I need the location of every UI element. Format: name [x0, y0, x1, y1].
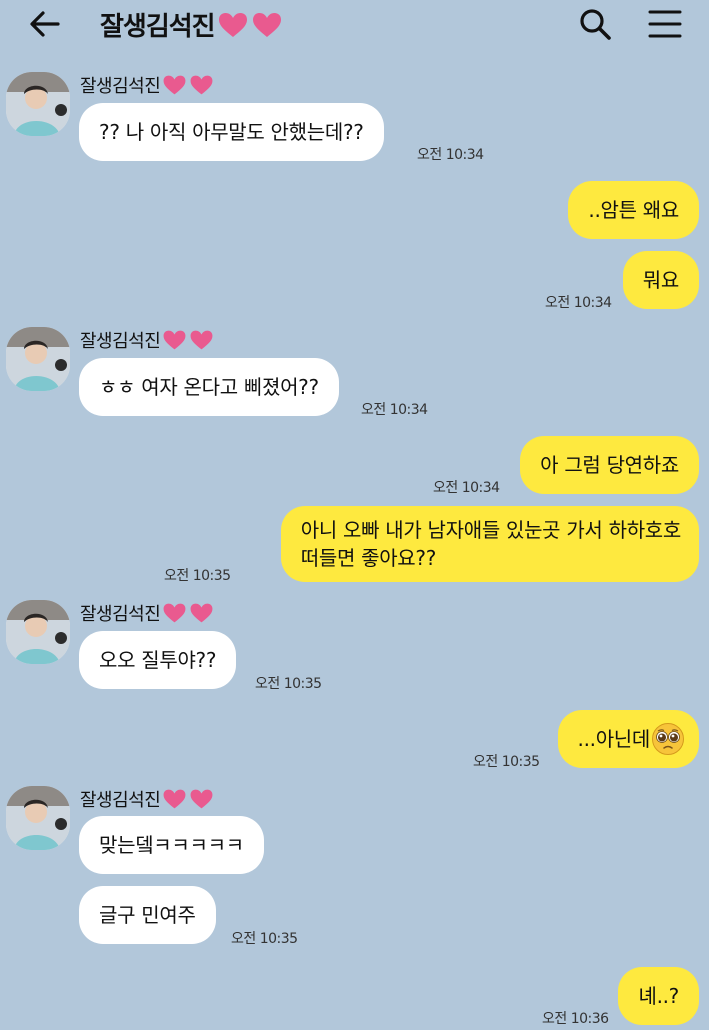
- back-button[interactable]: [28, 8, 62, 40]
- sender-name: 잘생김석진: [80, 600, 214, 626]
- message-time: 오전 10:35: [473, 754, 540, 770]
- sender-name: 잘생김석진: [80, 327, 214, 353]
- pleading-face-emoji: [652, 723, 684, 755]
- message-bubble-outgoing[interactable]: ...아닌데: [557, 710, 699, 768]
- message-bubble-incoming[interactable]: ㅎㅎ 여자 온다고 삐졌어??: [79, 358, 339, 416]
- message-bubble-incoming[interactable]: ?? 나 아직 아무말도 안했는데??: [79, 103, 384, 161]
- avatar-photo: [6, 786, 70, 850]
- arrow-left-icon: [30, 11, 60, 37]
- heart-icon: [218, 12, 247, 37]
- message-bubble-outgoing[interactable]: 뭐요: [622, 251, 699, 309]
- heart-icon: [252, 12, 281, 37]
- avatar[interactable]: [6, 327, 70, 391]
- message-bubble-outgoing[interactable]: ..암튼 왜요: [568, 181, 699, 239]
- message-time: 오전 10:35: [255, 676, 322, 692]
- message-bubble-incoming[interactable]: 글구 민여주: [79, 886, 216, 944]
- hamburger-menu-icon: [648, 10, 682, 38]
- message-time: 오전 10:35: [231, 931, 298, 947]
- avatar[interactable]: [6, 786, 70, 850]
- avatar[interactable]: [6, 600, 70, 664]
- search-button[interactable]: [577, 6, 613, 42]
- message-time: 오전 10:34: [545, 295, 612, 311]
- sender-name: 잘생김석진: [80, 72, 214, 98]
- avatar[interactable]: [6, 72, 70, 136]
- message-time: 오전 10:34: [433, 480, 500, 496]
- message-time: 오전 10:34: [417, 147, 484, 163]
- heart-icon: [163, 603, 186, 623]
- message-bubble-outgoing[interactable]: 녜..?: [618, 967, 699, 1025]
- message-time: 오전 10:35: [164, 568, 231, 584]
- heart-icon: [163, 75, 186, 95]
- message-bubble-outgoing[interactable]: 아니 오빠 내가 남자애들 있눈곳 가서 하하호호 떠들면 좋아요??: [280, 506, 699, 582]
- heart-icon: [190, 789, 213, 809]
- avatar-photo: [6, 600, 70, 664]
- message-time: 오전 10:36: [542, 1011, 609, 1027]
- heart-icon: [190, 603, 213, 623]
- message-bubble-incoming[interactable]: 오오 질투야??: [79, 631, 237, 689]
- avatar-photo: [6, 327, 70, 391]
- sender-name: 잘생김석진: [80, 786, 214, 812]
- chat-title-text: 잘생김석진: [100, 12, 216, 42]
- chat-title: 잘생김석진: [100, 6, 283, 43]
- search-icon: [580, 9, 611, 40]
- message-bubble-incoming[interactable]: 맞는뎈ㅋㅋㅋㅋㅋ: [79, 816, 264, 874]
- heart-icon: [163, 330, 186, 350]
- heart-icon: [163, 789, 186, 809]
- menu-button[interactable]: [648, 8, 682, 40]
- message-time: 오전 10:34: [361, 402, 428, 418]
- message-bubble-outgoing[interactable]: 아 그럼 당연하죠: [520, 436, 699, 494]
- avatar-photo: [6, 72, 70, 136]
- heart-icon: [190, 75, 213, 95]
- chat-header: 잘생김석진: [0, 0, 709, 50]
- heart-icon: [190, 330, 213, 350]
